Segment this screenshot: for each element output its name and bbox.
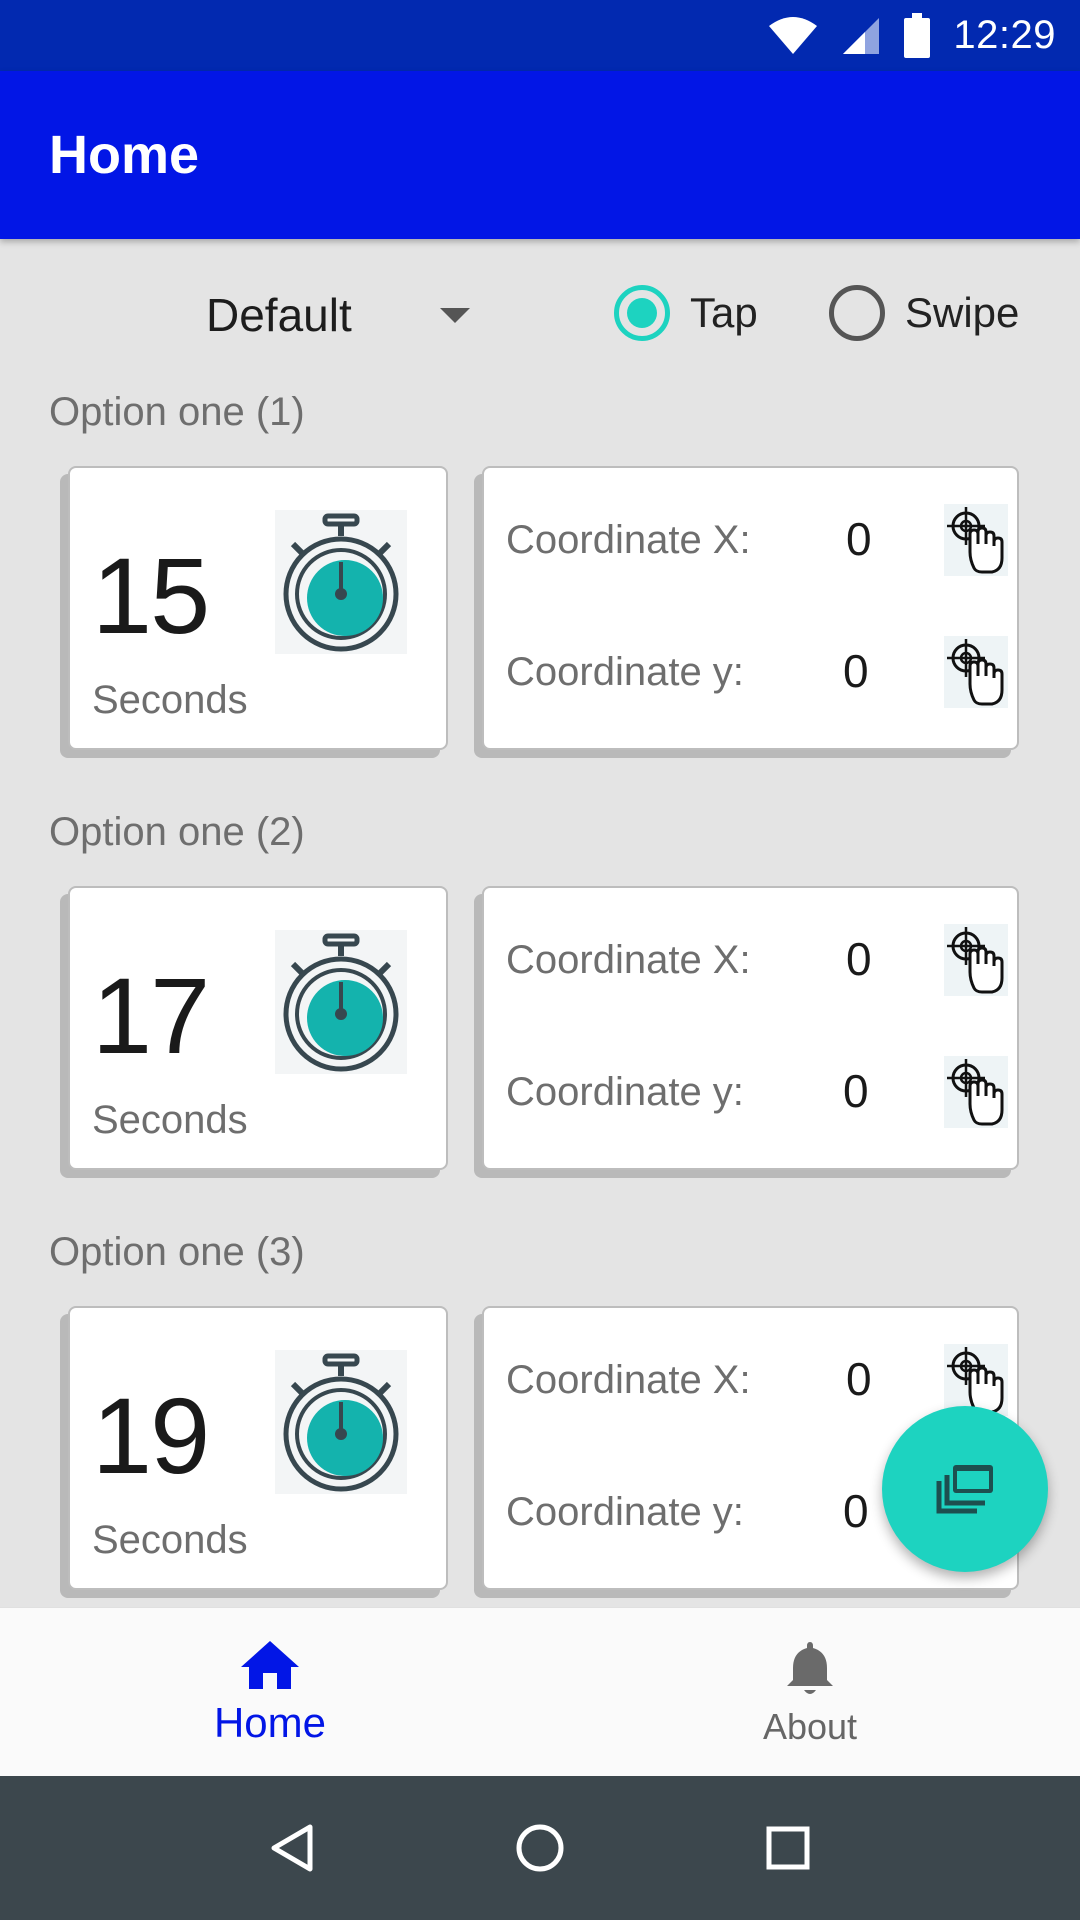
target-hand-icon[interactable] — [944, 504, 1008, 576]
coord-x-row: Coordinate X: 0 — [506, 924, 1008, 1004]
coord-x-label: Coordinate X: — [506, 1358, 751, 1402]
coordinate-card: Coordinate X: 0 Coordinate y: 0 — [482, 886, 1019, 1170]
timer-unit: Seconds — [92, 1518, 248, 1562]
coord-y-label: Coordinate y: — [506, 650, 744, 694]
coord-x-label: Coordinate X: — [506, 938, 751, 982]
timer-card[interactable]: 19 Seconds — [68, 1306, 448, 1590]
home-circle-icon[interactable] — [515, 1823, 565, 1873]
wifi-icon — [769, 16, 818, 54]
swipe-radio[interactable]: Swipe — [829, 280, 1019, 346]
status-bar: 12:29 — [0, 0, 1080, 71]
timer-unit: Seconds — [92, 1098, 248, 1142]
option-title: Option one (1) — [49, 390, 305, 434]
preset-dropdown[interactable]: Default — [190, 275, 490, 355]
stopwatch-icon — [275, 930, 407, 1074]
coord-y-label: Coordinate y: — [506, 1070, 744, 1114]
option-title: Option one (2) — [49, 810, 305, 854]
coord-x-value: 0 — [846, 513, 872, 565]
back-icon[interactable] — [270, 1823, 314, 1873]
timer-unit: Seconds — [92, 678, 248, 722]
coord-y-label: Coordinate y: — [506, 1490, 744, 1534]
preset-dropdown-value: Default — [206, 289, 352, 341]
coord-x-row: Coordinate X: 0 — [506, 504, 1008, 584]
cell-signal-icon — [843, 17, 880, 54]
radio-selected-dot — [627, 298, 657, 328]
coord-y-value: 0 — [843, 1065, 869, 1117]
swipe-radio-label: Swipe — [905, 289, 1020, 336]
coordinate-card: Coordinate X: 0 Coordinate y: 0 — [482, 466, 1019, 750]
target-hand-icon[interactable] — [944, 1344, 1008, 1416]
target-hand-icon[interactable] — [944, 924, 1008, 996]
coord-y-value: 0 — [843, 1485, 869, 1537]
coord-x-value: 0 — [846, 933, 872, 985]
bottom-navigation: Home About — [0, 1607, 1080, 1776]
status-time: 12:29 — [953, 13, 1056, 57]
stopwatch-icon — [275, 510, 407, 654]
nav-item-home[interactable]: Home — [0, 1608, 540, 1777]
dropdown-arrow-icon — [440, 307, 470, 323]
stopwatch-icon — [275, 1350, 407, 1494]
tap-radio-label: Tap — [690, 289, 758, 336]
timer-value: 19 — [92, 1375, 210, 1496]
battery-icon — [904, 12, 931, 58]
coord-x-value: 0 — [846, 1353, 872, 1405]
nav-item-about[interactable]: About — [540, 1608, 1080, 1777]
recents-icon[interactable] — [766, 1826, 810, 1870]
system-navigation-bar — [0, 1776, 1080, 1920]
tap-radio-circle[interactable] — [614, 285, 670, 341]
timer-value: 17 — [92, 955, 210, 1076]
coord-y-value: 0 — [843, 645, 869, 697]
timer-card[interactable]: 15 Seconds — [68, 466, 448, 750]
timer-card[interactable]: 17 Seconds — [68, 886, 448, 1170]
copy-windows-fab[interactable] — [882, 1406, 1048, 1572]
home-icon — [241, 1640, 299, 1689]
coord-y-row: Coordinate y: 0 — [506, 1056, 1008, 1136]
swipe-radio-circle[interactable] — [829, 285, 885, 341]
nav-item-home-label: Home — [213, 1698, 327, 1746]
page-title: Home — [49, 125, 200, 185]
target-hand-icon[interactable] — [944, 636, 1008, 708]
option-title: Option one (3) — [49, 1230, 305, 1274]
app-bar: Home — [0, 71, 1080, 239]
coord-x-label: Coordinate X: — [506, 518, 751, 562]
tap-radio[interactable]: Tap — [614, 280, 758, 346]
coord-y-row: Coordinate y: 0 — [506, 636, 1008, 716]
nav-item-about-label: About — [762, 1705, 858, 1747]
copy-windows-icon — [936, 1465, 993, 1514]
timer-value: 15 — [92, 535, 210, 656]
bell-icon — [787, 1641, 833, 1694]
target-hand-icon[interactable] — [944, 1056, 1008, 1128]
